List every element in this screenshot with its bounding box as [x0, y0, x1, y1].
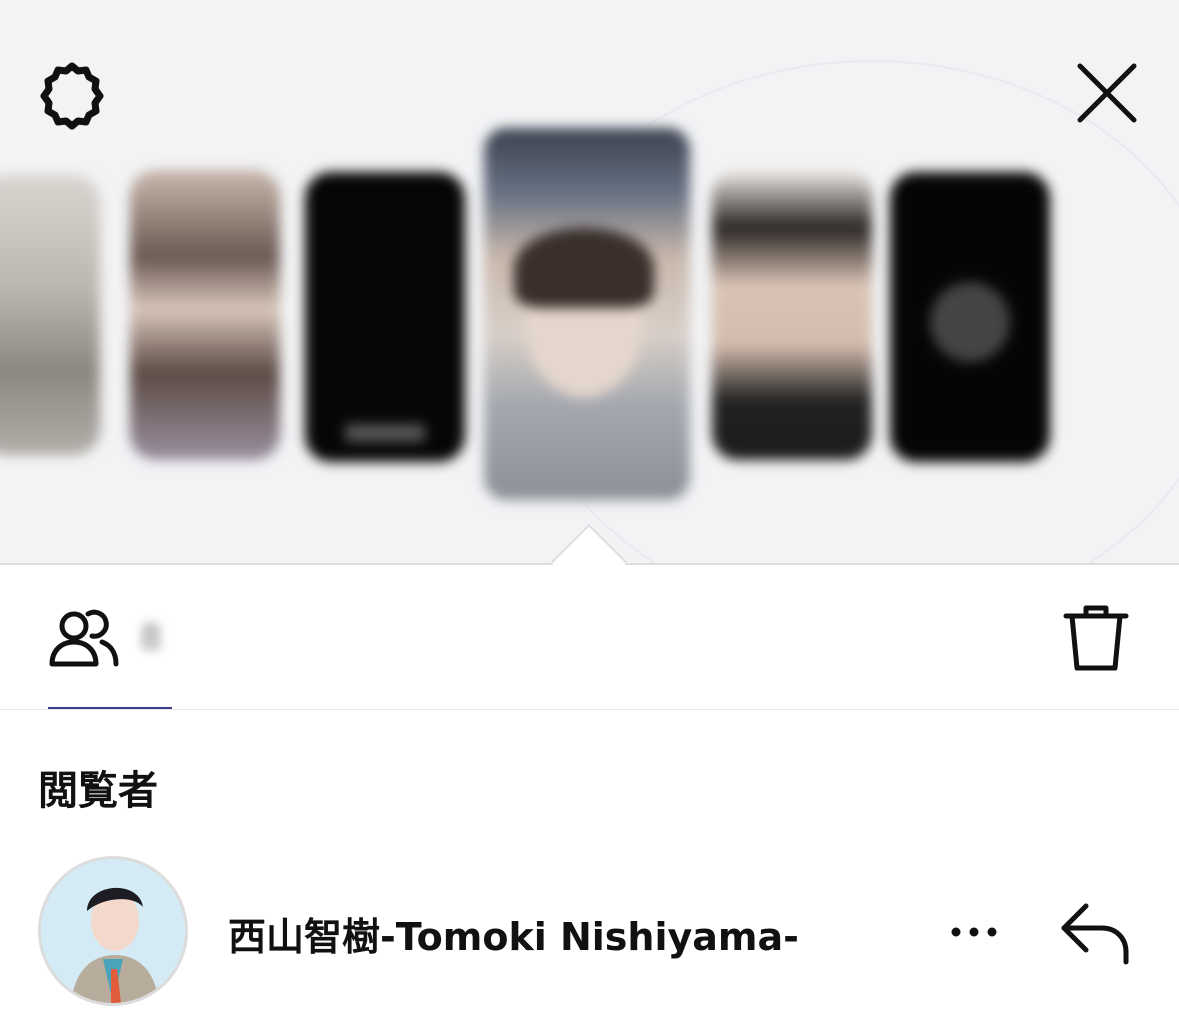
story-thumbnail-3[interactable] [305, 172, 465, 462]
story-thumbnail-1[interactable] [0, 175, 100, 455]
story-tray [0, 0, 1179, 565]
gear-icon[interactable] [34, 58, 110, 134]
trash-icon[interactable] [1062, 602, 1130, 674]
story-thumbnail-6[interactable] [890, 172, 1050, 462]
avatar-image [41, 859, 185, 1003]
viewer-name[interactable]: 西山智樹-Tomoki Nishiyama- [228, 906, 799, 961]
story-thumbnail-4[interactable] [484, 128, 690, 500]
reply-icon[interactable] [1058, 898, 1134, 966]
story-thumbnail-5[interactable] [712, 170, 872, 460]
viewer-count: 8 [140, 618, 162, 658]
people-icon[interactable] [48, 606, 120, 668]
section-title: 閲覧者 [38, 768, 158, 814]
story-thumbnail-2[interactable] [130, 170, 280, 460]
avatar[interactable] [38, 856, 188, 1006]
divider [0, 709, 1179, 710]
close-icon[interactable] [1072, 58, 1142, 128]
more-icon[interactable] [944, 912, 1004, 952]
